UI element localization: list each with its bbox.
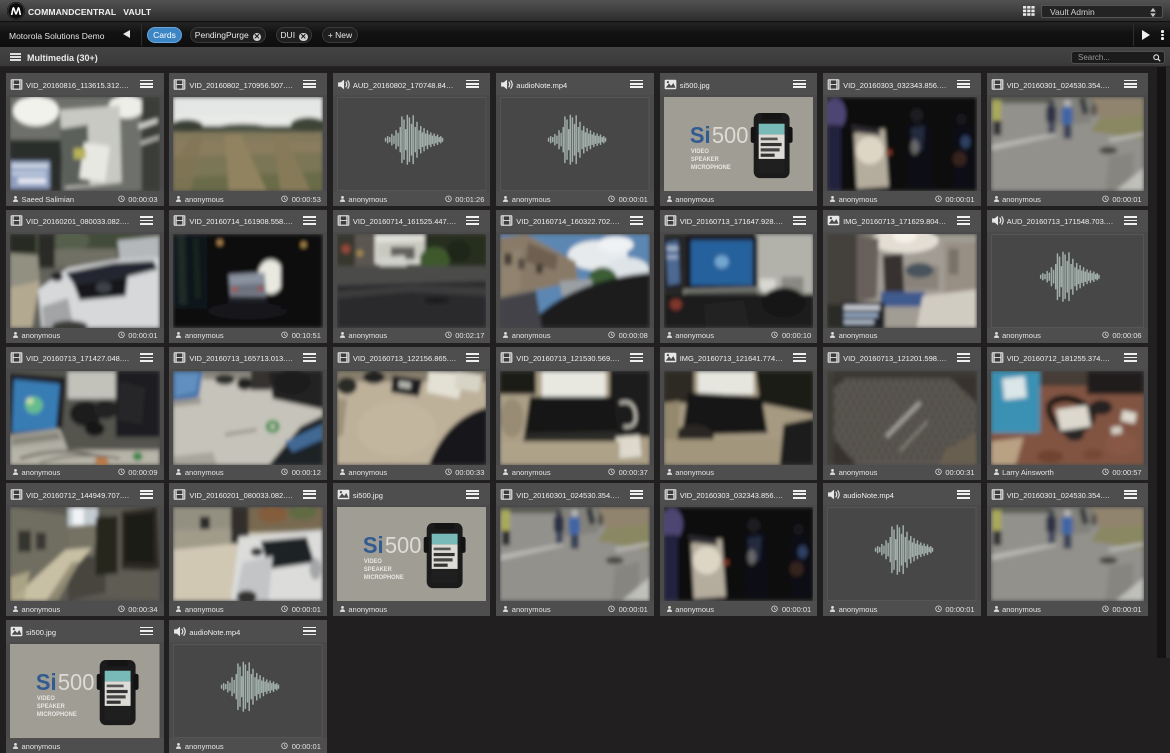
svg-text:Si: Si xyxy=(690,121,711,148)
svg-text:MICROPHONE: MICROPHONE xyxy=(37,712,77,718)
svg-text:SPEAKER: SPEAKER xyxy=(364,567,393,573)
svg-text:MICROPHONE: MICROPHONE xyxy=(691,165,731,171)
svg-text:500: 500 xyxy=(385,532,422,559)
svg-text:VIDEO: VIDEO xyxy=(364,559,382,565)
svg-text:SPEAKER: SPEAKER xyxy=(37,704,66,710)
svg-text:MICROPHONE: MICROPHONE xyxy=(364,575,404,581)
svg-text:Si: Si xyxy=(363,532,384,559)
svg-text:SPEAKER: SPEAKER xyxy=(691,157,720,163)
svg-text:VIDEO: VIDEO xyxy=(691,149,709,155)
svg-text:VIDEO: VIDEO xyxy=(37,696,55,702)
svg-text:Si: Si xyxy=(36,668,57,695)
svg-text:500: 500 xyxy=(712,121,749,148)
svg-text:500: 500 xyxy=(58,668,95,695)
